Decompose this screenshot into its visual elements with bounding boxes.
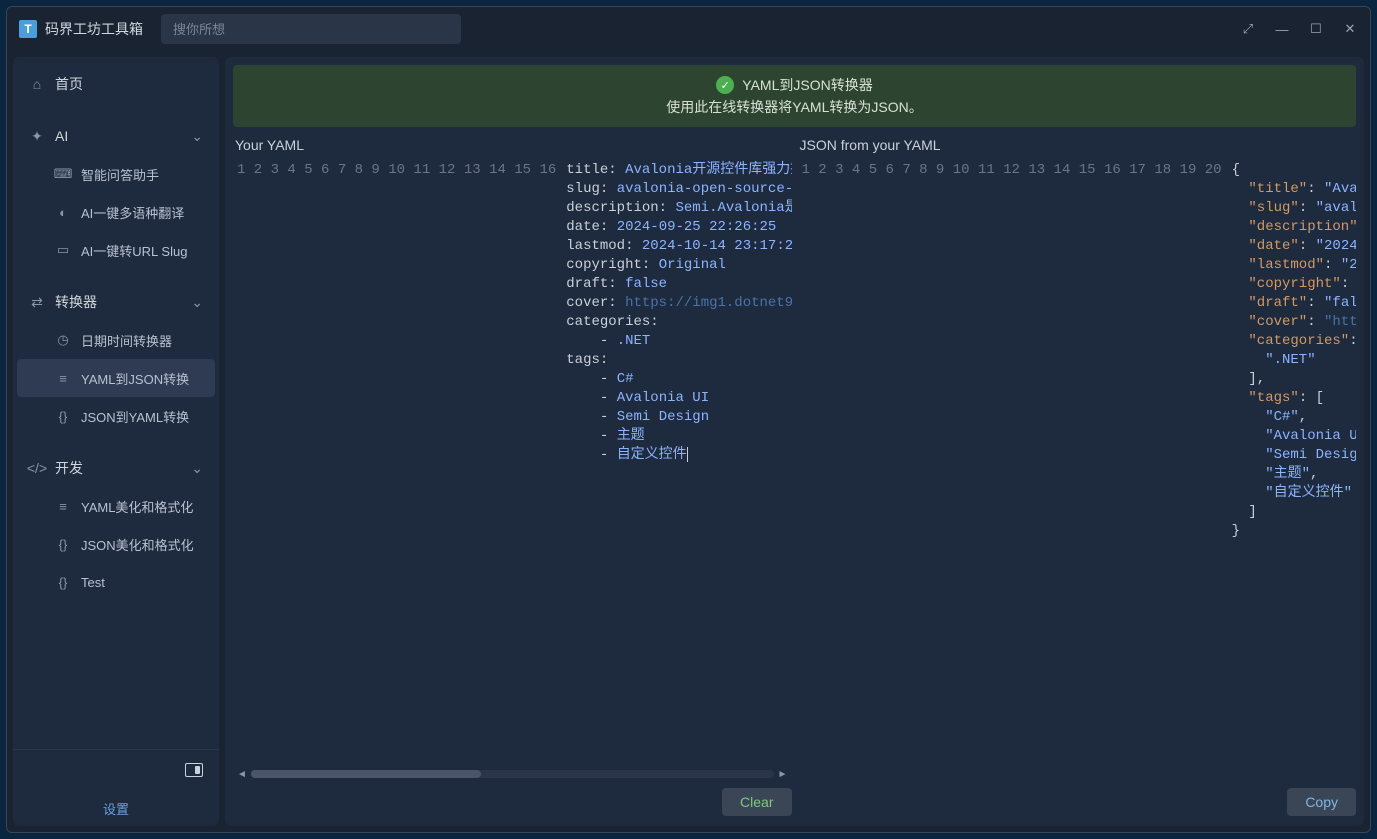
editor-panes: Your YAML 1 2 3 4 5 6 7 8 9 10 11 12 13 …: [233, 133, 1356, 816]
yaml-gutter: 1 2 3 4 5 6 7 8 9 10 11 12 13 14 15 16: [233, 159, 562, 768]
list-icon: ≡: [55, 370, 71, 386]
sidebar-label: 开发: [55, 458, 83, 478]
body: ⌂ 首页 ✦ AI ⌄ ⌨ 智能问答助手 ◐ AI一键多语种翻译: [7, 51, 1370, 832]
link-icon: ▭: [55, 242, 71, 258]
sidebar-label: 首页: [55, 74, 83, 94]
sidebar-item-datetime[interactable]: ◷ 日期时间转换器: [13, 321, 219, 359]
sidebar-label: Test: [81, 575, 105, 590]
yaml-code[interactable]: title: Avalonia开源控件库强力推荐-Semi.Avalonia s…: [562, 159, 791, 768]
braces-icon: {}: [55, 574, 71, 590]
clear-button[interactable]: Clear: [722, 788, 791, 816]
sidebar-group-dev[interactable]: </> 开发 ⌄: [13, 449, 219, 487]
sidebar-item-home[interactable]: ⌂ 首页: [13, 65, 219, 103]
sidebar-item-yaml-fmt[interactable]: ≡ YAML美化和格式化: [13, 487, 219, 525]
panel-toggle[interactable]: [13, 750, 219, 790]
close-icon[interactable]: ✕: [1342, 21, 1358, 37]
braces-icon: {}: [55, 408, 71, 424]
home-icon: ⌂: [29, 76, 45, 92]
window-controls: ⤢ — ☐ ✕: [1240, 21, 1358, 37]
chat-icon: ⌨: [55, 166, 71, 182]
sidebar-label: AI一键多语种翻译: [81, 203, 184, 222]
sidebar-item-chat[interactable]: ⌨ 智能问答助手: [13, 155, 219, 193]
sidebar-label: AI一键转URL Slug: [81, 241, 187, 260]
convert-icon: ⇄: [29, 294, 45, 310]
app-logo-icon: T: [19, 20, 37, 38]
list-icon: ≡: [55, 498, 71, 514]
sidebar-item-translate[interactable]: ◐ AI一键多语种翻译: [13, 193, 219, 231]
yaml-editor[interactable]: 1 2 3 4 5 6 7 8 9 10 11 12 13 14 15 16 t…: [233, 159, 792, 768]
settings-link[interactable]: 设置: [13, 790, 219, 826]
scroll-thumb[interactable]: [251, 770, 481, 778]
code-icon: </>: [29, 460, 45, 476]
ai-icon: ✦: [29, 128, 45, 144]
sidebar-item-slug[interactable]: ▭ AI一键转URL Slug: [13, 231, 219, 269]
sidebar-item-test[interactable]: {} Test: [13, 563, 219, 601]
json-label: JSON from your YAML: [798, 133, 1357, 159]
search-input[interactable]: [161, 14, 461, 44]
sidebar-group-ai[interactable]: ✦ AI ⌄: [13, 117, 219, 155]
sidebar-label: 日期时间转换器: [81, 331, 172, 350]
settings-label: 设置: [103, 799, 129, 818]
sidebar-label: YAML到JSON转换: [81, 369, 189, 388]
banner-subtitle: 使用此在线转换器将YAML转换为JSON。: [666, 97, 922, 117]
sidebar: ⌂ 首页 ✦ AI ⌄ ⌨ 智能问答助手 ◐ AI一键多语种翻译: [13, 57, 219, 826]
sidebar-scroll: ⌂ 首页 ✦ AI ⌄ ⌨ 智能问答助手 ◐ AI一键多语种翻译: [13, 57, 219, 749]
chevron-down-icon: ⌄: [191, 460, 203, 477]
banner-title: YAML到JSON转换器: [742, 75, 872, 95]
yaml-scrollbar[interactable]: ◄ ►: [233, 768, 792, 780]
sidebar-label: JSON美化和格式化: [81, 535, 194, 554]
sidebar-label: YAML美化和格式化: [81, 497, 193, 516]
titlebar: T 码界工坊工具箱 ⤢ — ☐ ✕: [7, 7, 1370, 51]
yaml-label: Your YAML: [233, 133, 792, 159]
yaml-pane: Your YAML 1 2 3 4 5 6 7 8 9 10 11 12 13 …: [233, 133, 792, 816]
copy-button[interactable]: Copy: [1287, 788, 1356, 816]
app-window: T 码界工坊工具箱 ⤢ — ☐ ✕ ⌂ 首页 ✦ AI ⌄: [6, 6, 1371, 833]
clock-icon: ◷: [55, 332, 71, 348]
json-code[interactable]: { "title": "Avalonia开源控件库强力推荐-Semi.Avalo…: [1228, 159, 1356, 768]
sidebar-bottom: 设置: [13, 749, 219, 826]
scroll-track[interactable]: [251, 770, 774, 778]
sidebar-item-json-fmt[interactable]: {} JSON美化和格式化: [13, 525, 219, 563]
info-banner: ✓ YAML到JSON转换器 使用此在线转换器将YAML转换为JSON。: [233, 65, 1356, 127]
expand-icon[interactable]: ⤢: [1240, 21, 1256, 37]
main-panel: ✓ YAML到JSON转换器 使用此在线转换器将YAML转换为JSON。 You…: [225, 57, 1364, 826]
sidebar-item-json2yaml[interactable]: {} JSON到YAML转换: [13, 397, 219, 435]
sidebar-label: AI: [55, 128, 68, 144]
check-circle-icon: ✓: [716, 76, 734, 94]
chevron-down-icon: ⌄: [191, 128, 203, 145]
chevron-down-icon: ⌄: [191, 294, 203, 311]
sidebar-label: JSON到YAML转换: [81, 407, 189, 426]
braces-icon: {}: [55, 536, 71, 552]
globe-icon: ◐: [55, 204, 71, 220]
sidebar-item-yaml2json[interactable]: ≡ YAML到JSON转换: [17, 359, 215, 397]
sidebar-group-converters[interactable]: ⇄ 转换器 ⌄: [13, 283, 219, 321]
json-gutter: 1 2 3 4 5 6 7 8 9 10 11 12 13 14 15 16 1…: [798, 159, 1228, 768]
json-pane: JSON from your YAML 1 2 3 4 5 6 7 8 9 10…: [798, 133, 1357, 816]
maximize-icon[interactable]: ☐: [1308, 21, 1324, 37]
json-editor[interactable]: 1 2 3 4 5 6 7 8 9 10 11 12 13 14 15 16 1…: [798, 159, 1357, 768]
sidebar-label: 智能问答助手: [81, 165, 159, 184]
panel-right-icon: [185, 763, 203, 777]
scroll-right-icon[interactable]: ►: [778, 769, 788, 780]
minimize-icon[interactable]: —: [1274, 21, 1290, 37]
sidebar-label: 转换器: [55, 292, 97, 312]
scroll-left-icon[interactable]: ◄: [237, 769, 247, 780]
app-title: 码界工坊工具箱: [45, 19, 143, 39]
